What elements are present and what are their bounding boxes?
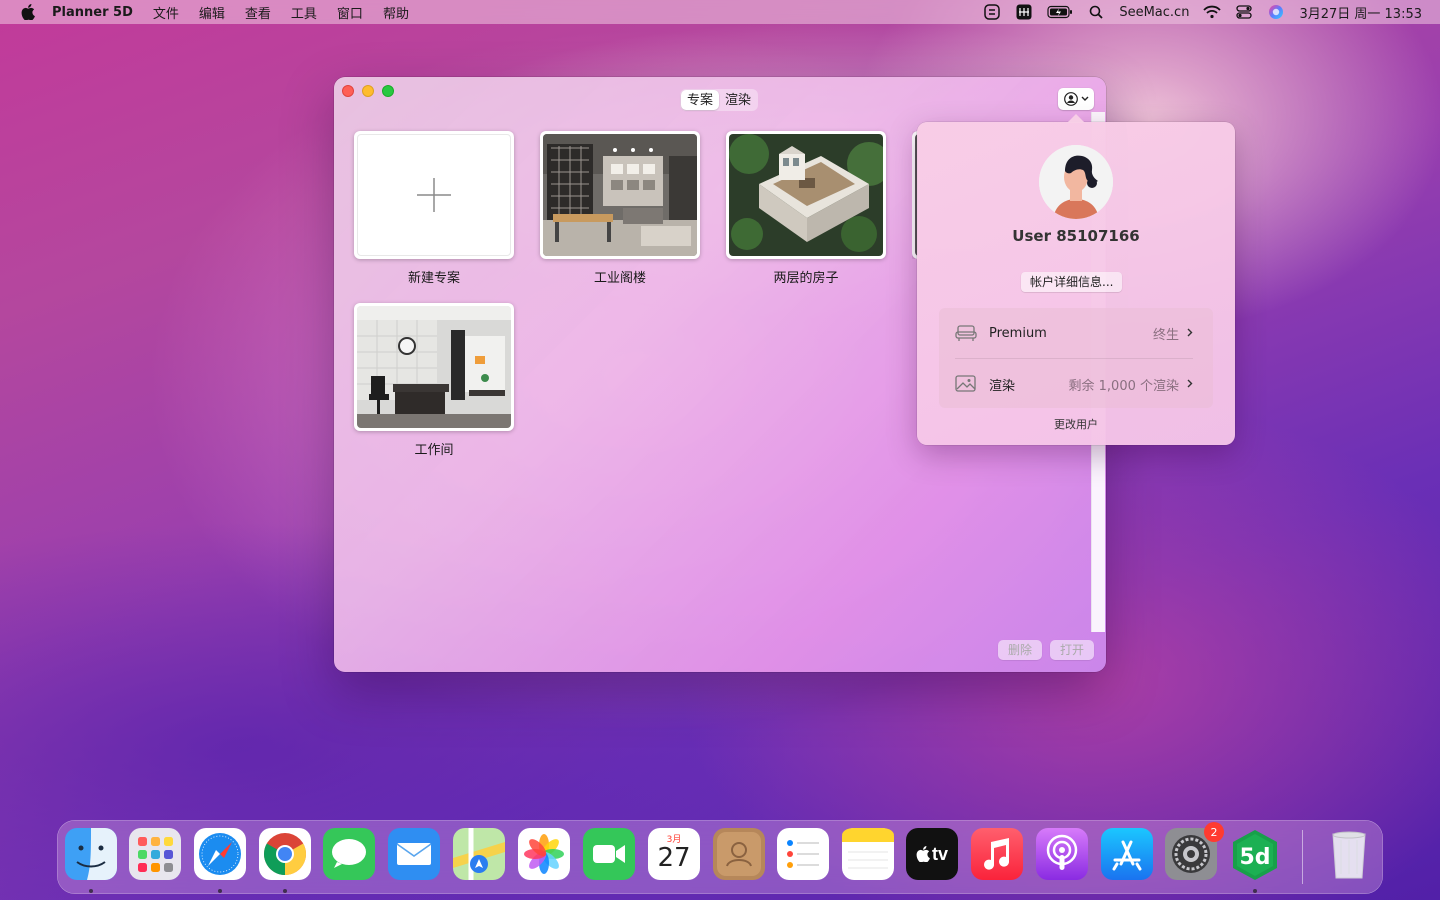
menubar-site-label[interactable]: SeeMac.cn xyxy=(1119,5,1189,20)
menubar-clock[interactable]: 3月27日 周一 13:53 xyxy=(1299,3,1422,22)
window-controls xyxy=(342,85,394,97)
notes-icon[interactable] xyxy=(842,828,894,880)
siri-icon[interactable] xyxy=(1267,4,1285,20)
running-indicator xyxy=(1253,889,1257,893)
battery-icon[interactable] xyxy=(1047,4,1073,20)
project-label: 新建专案 xyxy=(407,271,460,286)
running-indicator xyxy=(218,889,222,893)
chevron-down-icon xyxy=(1081,96,1088,101)
popover-arrow xyxy=(1067,114,1085,123)
house-render-image xyxy=(729,134,883,256)
tab-projects[interactable]: 专案 xyxy=(681,90,720,110)
window-action-buttons: 删除 打开 xyxy=(997,640,1094,660)
change-user-link[interactable]: 更改用户 xyxy=(917,416,1235,432)
premium-row[interactable]: Premium 终生 xyxy=(955,313,1193,353)
photos-icon[interactable] xyxy=(518,828,570,880)
notification-badge: 2 xyxy=(1204,822,1224,842)
contacts-icon[interactable] xyxy=(713,828,765,880)
svg-text:5d: 5d xyxy=(1239,845,1270,870)
project-tile-workspace[interactable]: 工作间 xyxy=(354,303,514,458)
input-method-icon[interactable] xyxy=(1015,4,1033,20)
running-indicator xyxy=(89,889,93,893)
account-popover: User 85107166 帐户详细信息... Premium 终生 渲染 剩余… xyxy=(917,114,1235,445)
chevron-right-icon xyxy=(1187,326,1193,340)
podcasts-icon[interactable] xyxy=(1036,828,1088,880)
account-menu-button[interactable] xyxy=(1058,88,1094,110)
app-name-menu[interactable]: Planner 5D xyxy=(52,5,133,20)
project-tile-industrial-loft[interactable]: 工业阁楼 xyxy=(540,131,700,286)
new-project-tile[interactable]: 新建专案 xyxy=(354,131,514,286)
username-label: User 85107166 xyxy=(1012,227,1140,245)
tab-renders[interactable]: 渲染 xyxy=(719,90,757,110)
project-label: 两层的房子 xyxy=(773,271,839,286)
finder-icon[interactable] xyxy=(65,828,117,880)
sofa-icon xyxy=(955,323,977,343)
project-tile-two-storey-house[interactable]: 两层的房子 xyxy=(726,131,886,286)
apple-tv-icon[interactable]: tv xyxy=(906,828,958,880)
dock: 3月 27 tv 2 5d xyxy=(57,820,1383,894)
project-thumb xyxy=(726,131,886,259)
menu-window[interactable]: 窗口 xyxy=(337,3,363,22)
image-icon xyxy=(955,374,977,394)
projects-renders-segmented-control: 专案 渲染 xyxy=(680,89,759,111)
renders-label: 渲染 xyxy=(989,378,1016,394)
music-icon[interactable] xyxy=(971,828,1023,880)
tv-label: tv xyxy=(931,843,948,864)
menu-view[interactable]: 查看 xyxy=(245,3,271,22)
open-button[interactable]: 打开 xyxy=(1049,640,1094,660)
project-label: 工作间 xyxy=(414,443,454,458)
running-indicator xyxy=(283,889,287,893)
wifi-icon[interactable] xyxy=(1203,4,1222,20)
chevron-right-icon xyxy=(1187,377,1193,391)
new-project-thumb xyxy=(354,131,514,259)
trash-icon[interactable] xyxy=(1323,828,1375,880)
menu-file[interactable]: 文件 xyxy=(153,3,179,22)
premium-value: 终生 xyxy=(1152,327,1179,343)
planner-5d-icon[interactable]: 5d xyxy=(1229,828,1281,880)
delete-button[interactable]: 删除 xyxy=(997,640,1042,660)
renders-row[interactable]: 渲染 剩余 1,000 个渲染 xyxy=(955,364,1193,404)
workspace-render-image xyxy=(357,306,511,428)
chrome-icon[interactable] xyxy=(259,828,311,880)
avatar xyxy=(1039,145,1113,219)
premium-label: Premium xyxy=(989,325,1047,341)
divider xyxy=(955,358,1193,359)
maps-icon[interactable] xyxy=(453,828,505,880)
account-details-button[interactable]: 帐户详细信息... xyxy=(1021,272,1123,292)
calendar-icon[interactable]: 3月 27 xyxy=(648,828,700,880)
plus-icon xyxy=(357,134,511,256)
apple-logo-icon xyxy=(916,846,930,862)
renders-value: 剩余 1,000 个渲染 xyxy=(1068,378,1179,394)
menu-help[interactable]: 帮助 xyxy=(383,3,409,22)
account-info-box: Premium 终生 渲染 剩余 1,000 个渲染 xyxy=(939,308,1213,408)
dock-separator xyxy=(1302,830,1303,884)
loft-render-image xyxy=(543,134,697,256)
minimize-window-button[interactable] xyxy=(362,85,374,97)
messages-icon[interactable] xyxy=(323,828,375,880)
menu-edit[interactable]: 编辑 xyxy=(199,3,225,22)
sync-status-icon[interactable] xyxy=(983,4,1001,20)
project-thumb xyxy=(540,131,700,259)
project-label: 工业阁楼 xyxy=(593,271,646,286)
facetime-icon[interactable] xyxy=(583,828,635,880)
control-center-icon[interactable] xyxy=(1235,4,1253,20)
project-thumb xyxy=(354,303,514,431)
close-window-button[interactable] xyxy=(342,85,354,97)
mail-icon[interactable] xyxy=(388,828,440,880)
system-preferences-icon[interactable]: 2 xyxy=(1165,822,1224,880)
zoom-window-button[interactable] xyxy=(382,85,394,97)
user-circle-icon xyxy=(1063,92,1078,106)
spotlight-search-icon[interactable] xyxy=(1087,4,1105,20)
menu-bar: Planner 5D 文件 编辑 查看 工具 窗口 帮助 SeeMac.cn 3… xyxy=(0,0,1440,24)
safari-icon[interactable] xyxy=(194,828,246,880)
launchpad-icon[interactable] xyxy=(129,828,181,880)
app-store-icon[interactable] xyxy=(1101,828,1153,880)
reminders-icon[interactable] xyxy=(777,828,829,880)
menu-tools[interactable]: 工具 xyxy=(291,3,317,22)
calendar-day: 27 xyxy=(657,842,691,873)
apple-menu-icon[interactable] xyxy=(18,2,38,22)
